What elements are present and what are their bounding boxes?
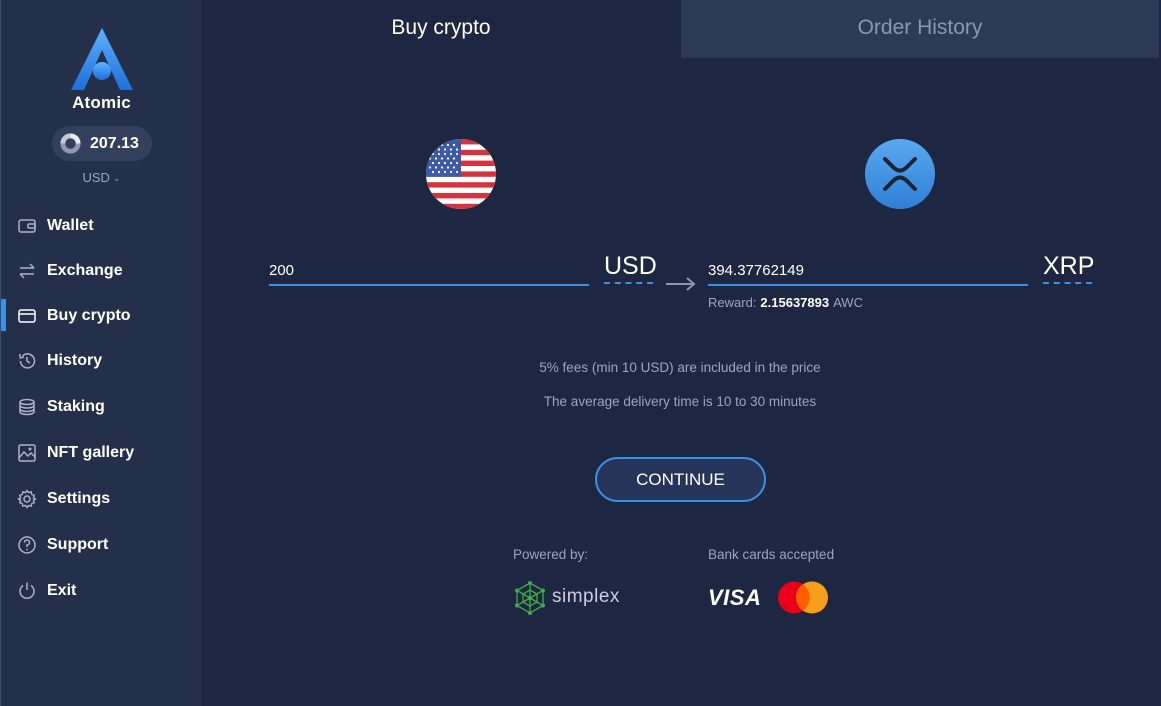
balance-value: 207.13 [90, 135, 139, 152]
fiat-amount-input[interactable] [269, 256, 589, 286]
sidebar-item-history[interactable]: History [1, 341, 202, 381]
simplex-wordmark: simplex [552, 586, 620, 607]
usd-flag-icon [426, 139, 496, 209]
fiat-currency-label: USD [82, 170, 110, 185]
wallet-icon [18, 219, 36, 233]
sidebar-item-label: NFT gallery [47, 444, 135, 461]
gear-icon [17, 489, 37, 509]
arrow-right-icon [666, 277, 696, 291]
balance-badge[interactable]: 207.13 [52, 126, 152, 161]
sidebar-item-label: Buy crypto [47, 307, 131, 324]
xrp-coin-icon [865, 139, 935, 209]
active-indicator [1, 299, 6, 331]
sidebar-item-label: Exchange [47, 262, 123, 279]
sidebar-item-label: Exit [47, 582, 77, 599]
history-icon [18, 353, 36, 369]
sidebar-item-label: Staking [47, 398, 105, 415]
delivery-note: The average delivery time is 10 to 30 mi… [543, 394, 817, 409]
power-icon [19, 582, 35, 599]
sidebar-item-exit[interactable]: Exit [1, 571, 202, 611]
card-icon [18, 309, 36, 323]
help-icon [18, 536, 36, 554]
reward-info: Reward: 2.15637893 AWC [708, 295, 863, 310]
chevron-down-icon: ⌄ [112, 173, 121, 183]
simplex-logo-icon [515, 581, 545, 615]
reward-unit: AWC [833, 295, 863, 310]
fiat-currency-selector[interactable]: USD [604, 252, 657, 284]
sidebar-item-label: Support [47, 536, 109, 553]
sidebar-item-support[interactable]: Support [1, 525, 202, 565]
sidebar-item-wallet[interactable]: Wallet [1, 206, 202, 246]
sidebar-item-exchange[interactable]: Exchange [1, 251, 202, 291]
continue-button[interactable]: CONTINUE [595, 457, 766, 502]
exchange-icon [19, 263, 35, 279]
sidebar-item-nft-gallery[interactable]: NFT gallery [1, 433, 202, 473]
fiat-currency-select[interactable]: USD ⌄ [1, 170, 202, 185]
fees-note: 5% fees (min 10 USD) are included in the… [539, 360, 821, 375]
sidebar-item-label: Wallet [47, 217, 94, 234]
sidebar-item-label: History [47, 352, 103, 369]
visa-logo: VISA [708, 585, 762, 610]
sidebar-item-staking[interactable]: Staking [1, 387, 202, 427]
powered-by-label: Powered by: [513, 547, 589, 562]
portfolio-ring-icon [60, 133, 81, 154]
image-icon [18, 444, 36, 462]
reward-label: Reward: [708, 295, 757, 310]
sidebar-item-label: Settings [47, 490, 111, 507]
tab-order-history[interactable]: Order History [681, 0, 1159, 58]
tab-buy-crypto[interactable]: Buy crypto [201, 0, 681, 58]
staking-icon [19, 398, 35, 416]
atomic-logo-icon [71, 28, 133, 90]
crypto-currency-selector[interactable]: XRP [1043, 252, 1094, 284]
crypto-amount-input[interactable] [708, 256, 1028, 286]
sidebar-item-settings[interactable]: Settings [1, 479, 202, 519]
reward-value: 2.15637893 [760, 295, 830, 310]
brand-name: Atomic [72, 93, 131, 112]
sidebar: Atomic 207.13 USD ⌄ Wallet Exchange Buy … [0, 0, 201, 706]
mastercard-logo-icon [778, 581, 828, 614]
bank-cards-label: Bank cards accepted [708, 547, 835, 562]
sidebar-item-buy-crypto[interactable]: Buy crypto [1, 296, 202, 336]
